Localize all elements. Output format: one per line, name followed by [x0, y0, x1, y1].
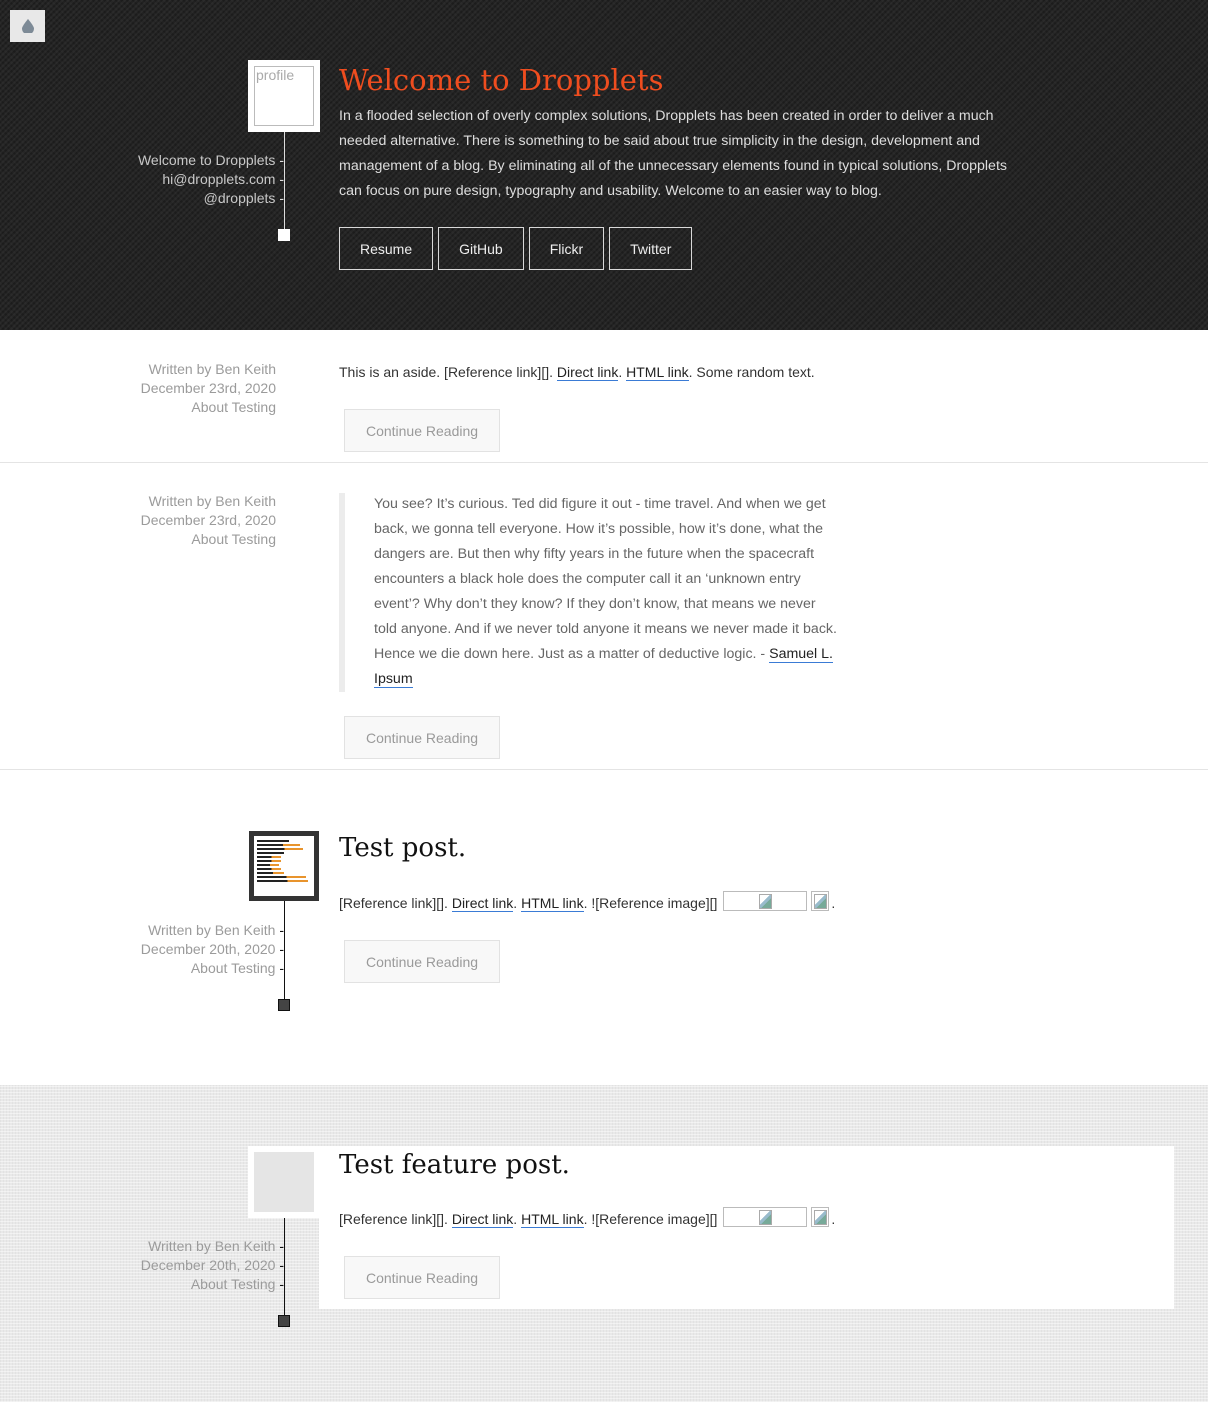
post-excerpt: [Reference link][]. Direct link. HTML li… — [339, 1207, 835, 1232]
continue-reading-button[interactable]: Continue Reading — [344, 940, 500, 983]
post-category[interactable]: About Testing — [141, 398, 276, 417]
post-date: December 23rd, 2020 — [140, 512, 276, 528]
post-category[interactable]: About Testing — [141, 530, 276, 549]
post-meta: Written by Ben Keith December 23rd, 2020… — [141, 492, 276, 549]
twitter-button[interactable]: Twitter — [609, 227, 693, 270]
broken-image-icon — [723, 891, 808, 911]
broken-image-icon — [723, 1207, 808, 1227]
profile-image-alt: profile — [254, 66, 314, 126]
post-title[interactable]: Test post. — [339, 830, 466, 866]
post-author: Written by Ben Keith - — [148, 922, 284, 938]
site-meta-name: Welcome to Dropplets - — [137, 152, 284, 168]
post-excerpt: [Reference link][]. Direct link. HTML li… — [339, 891, 835, 916]
direct-link[interactable]: Direct link — [451, 895, 514, 912]
timeline-marker — [278, 229, 290, 241]
flickr-button[interactable]: Flickr — [528, 227, 605, 270]
continue-reading-button[interactable]: Continue Reading — [344, 409, 500, 452]
post-thumbnail — [248, 1146, 320, 1218]
aside-post-body: This is an aside. [Reference link][]. Di… — [339, 364, 815, 381]
post-meta: Written by Ben Keith - December 20th, 20… — [141, 1237, 284, 1294]
timeline-marker — [278, 1315, 290, 1327]
profile-image: profile — [248, 60, 320, 132]
html-link[interactable]: HTML link — [521, 1211, 584, 1228]
site-meta-email[interactable]: hi@dropplets.com - — [138, 170, 284, 189]
timeline-marker — [278, 999, 290, 1011]
droplet-icon — [21, 19, 34, 33]
direct-link[interactable]: Direct link — [451, 1211, 514, 1228]
post-date: December 20th, 2020 - — [140, 1257, 284, 1273]
timeline-line — [284, 132, 285, 230]
post-date: December 20th, 2020 - — [140, 941, 284, 957]
site-meta: Welcome to Dropplets - hi@dropplets.com … — [138, 151, 284, 208]
thumbnail-placeholder — [254, 1152, 314, 1212]
social-buttons: Resume GitHub Flickr Twitter — [339, 227, 693, 270]
post-thumbnail — [249, 831, 319, 901]
site-intro: In a flooded selection of overly complex… — [339, 108, 1007, 199]
post-author: Written by Ben Keith - — [148, 1238, 284, 1254]
post-category[interactable]: About Testing - — [141, 959, 284, 978]
post-divider — [0, 769, 1208, 770]
github-button[interactable]: GitHub — [438, 227, 524, 270]
post-meta: Written by Ben Keith - December 20th, 20… — [141, 921, 284, 978]
post-author: Written by Ben Keith — [148, 493, 276, 509]
site-title: Welcome to Dropplets — [339, 63, 664, 97]
resume-button[interactable]: Resume — [339, 227, 434, 270]
html-link[interactable]: HTML link — [626, 364, 689, 381]
quote-text: You see? It’s curious. Ted did figure it… — [374, 496, 837, 688]
html-link[interactable]: HTML link — [521, 895, 584, 912]
quote-block: You see? It’s curious. Ted did figure it… — [339, 493, 839, 692]
timeline-line — [284, 901, 285, 1001]
continue-reading-button[interactable]: Continue Reading — [344, 1256, 500, 1299]
post-date: December 23rd, 2020 — [140, 380, 276, 396]
post-title[interactable]: Test feature post. — [339, 1147, 570, 1183]
timeline-line — [284, 1218, 285, 1318]
code-screenshot-thumbnail — [254, 836, 314, 896]
post-meta: Written by Ben Keith December 23rd, 2020… — [141, 360, 276, 417]
dropplets-logo-button[interactable] — [10, 10, 45, 42]
broken-image-icon — [811, 891, 830, 911]
direct-link[interactable]: Direct link — [556, 364, 619, 381]
post-author: Written by Ben Keith — [148, 361, 276, 377]
site-meta-twitter[interactable]: @dropplets - — [138, 189, 284, 208]
broken-image-icon — [811, 1207, 830, 1227]
continue-reading-button[interactable]: Continue Reading — [344, 716, 500, 759]
post-category[interactable]: About Testing - — [141, 1275, 284, 1294]
post-divider — [0, 462, 1208, 463]
